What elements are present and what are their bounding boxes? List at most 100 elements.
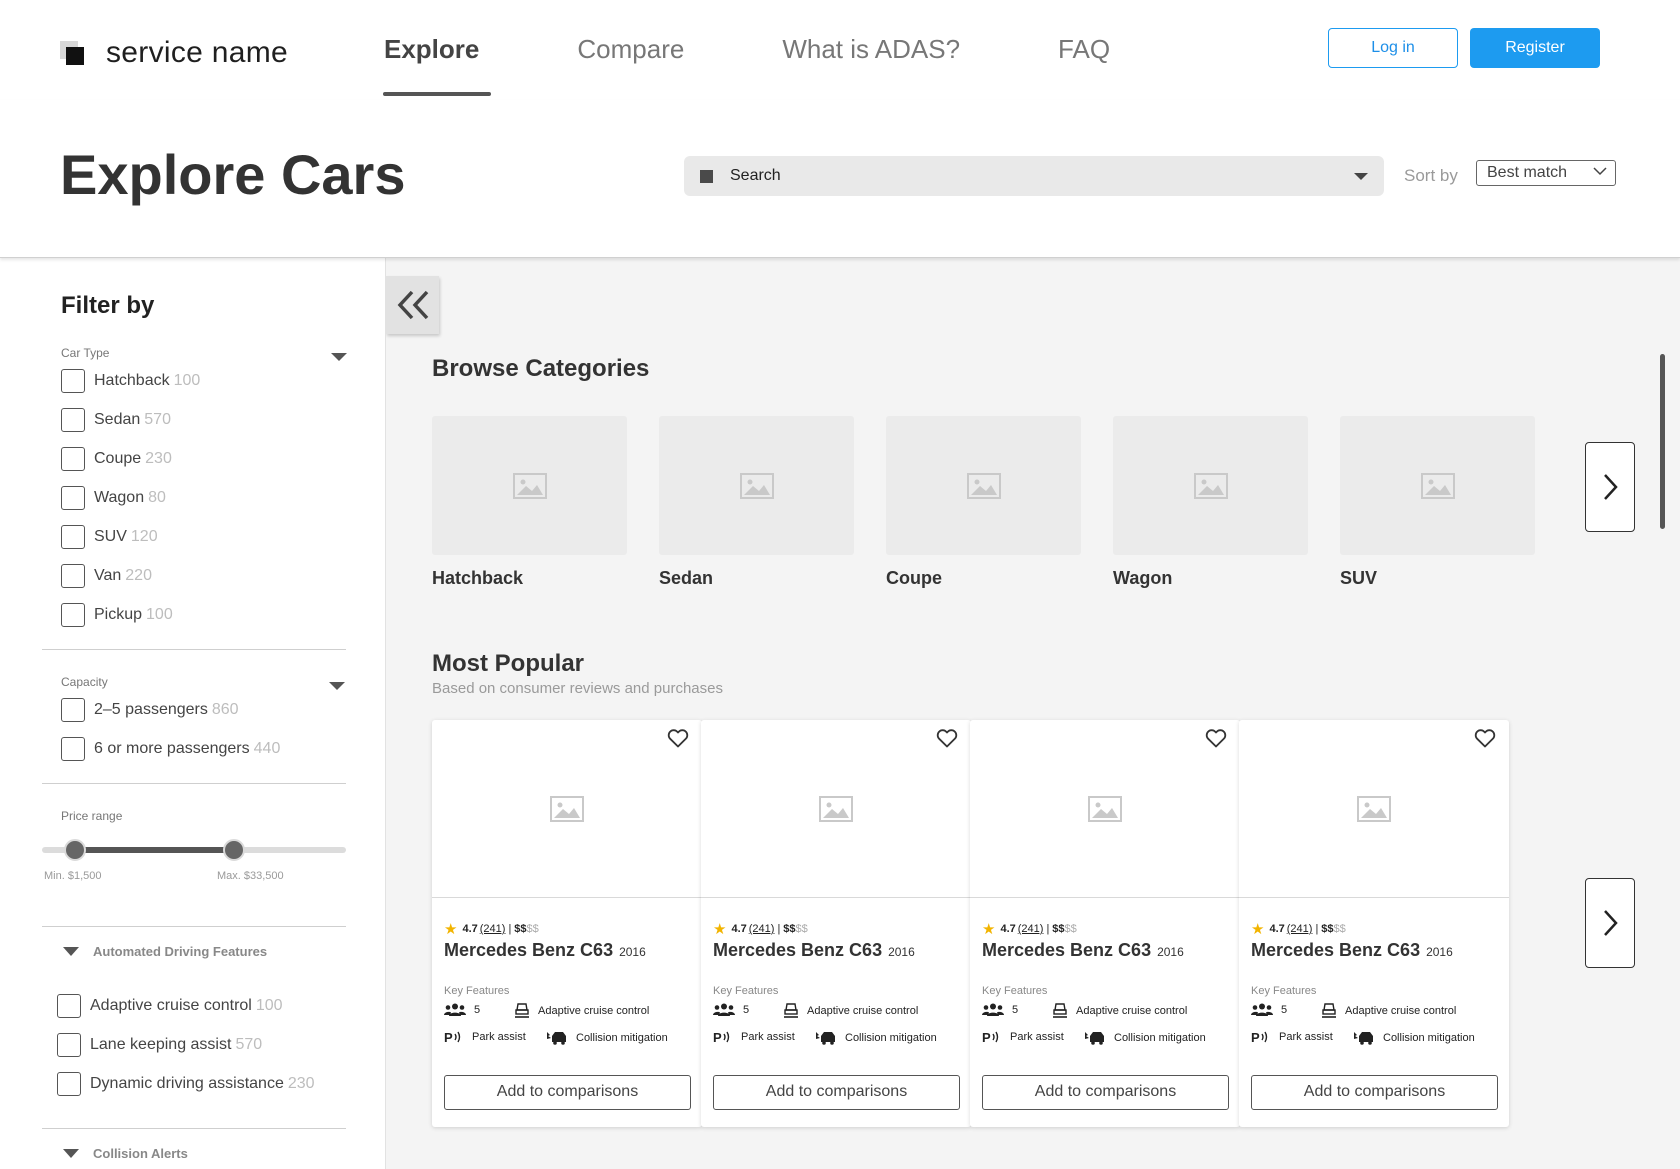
- checkbox[interactable]: [61, 737, 85, 761]
- capacity-collapse-icon[interactable]: [329, 682, 345, 690]
- category-card-hatchback[interactable]: [432, 416, 627, 555]
- checkbox[interactable]: [61, 408, 85, 432]
- car-type-collapse-icon[interactable]: [331, 353, 347, 361]
- image-placeholder-icon: [819, 795, 853, 822]
- caret-down-icon: [63, 947, 79, 956]
- car-card[interactable]: ★ 4.7 (241) | $$ $$ Mercedes Benz C63 2016…: [1239, 720, 1509, 1127]
- car-card[interactable]: ★ 4.7 (241) | $$ $$ Mercedes Benz C63 2016…: [432, 720, 702, 1127]
- checkbox[interactable]: [61, 369, 85, 393]
- nav-explore[interactable]: Explore: [372, 0, 492, 100]
- checkbox[interactable]: [57, 1033, 81, 1057]
- image-placeholder-icon: [1420, 472, 1455, 499]
- key-features-label: Key Features: [1251, 985, 1317, 997]
- filter-wagon[interactable]: Wagon 80: [61, 485, 166, 511]
- filter-suv[interactable]: SUV 120: [61, 524, 158, 550]
- filter-sedan[interactable]: Sedan 570: [61, 407, 171, 433]
- checkbox[interactable]: [61, 486, 85, 510]
- slider-min-handle[interactable]: [64, 839, 87, 861]
- search-dropdown-icon[interactable]: [1354, 173, 1368, 180]
- category-label: Wagon: [1113, 568, 1173, 588]
- collision-icon: [547, 1032, 566, 1045]
- reviews-link[interactable]: (241): [480, 923, 506, 935]
- add-to-comparisons-button[interactable]: Add to comparisons: [982, 1075, 1229, 1110]
- nav-what-is-adas[interactable]: What is ADAS?: [770, 0, 972, 100]
- car-year: 2016: [1426, 945, 1453, 959]
- most-popular-title: Most Popular: [432, 650, 585, 677]
- divider: [42, 926, 346, 927]
- car-name: Mercedes Benz C63 2016: [982, 940, 1184, 960]
- car-card[interactable]: ★ 4.7 (241) | $$ $$ Mercedes Benz C63 2016…: [701, 720, 971, 1127]
- search-icon: [700, 170, 713, 183]
- collision-alerts-toggle[interactable]: Collision Alerts: [63, 1146, 188, 1161]
- category-card-suv[interactable]: [1340, 416, 1535, 555]
- filter-2-5-passengers[interactable]: 2–5 passengers 860: [61, 697, 239, 723]
- park-assist-icon: P: [1251, 1030, 1268, 1044]
- checkbox[interactable]: [61, 564, 85, 588]
- car-image: [432, 720, 702, 898]
- checkbox[interactable]: [57, 994, 81, 1018]
- slider-max-handle[interactable]: [222, 839, 245, 861]
- login-button[interactable]: Log in: [1328, 28, 1458, 68]
- filter-van[interactable]: Van 220: [61, 563, 152, 589]
- search-bar[interactable]: [684, 156, 1384, 196]
- caret-down-icon: [63, 1149, 79, 1158]
- star-icon: ★: [713, 921, 727, 938]
- filter-pickup[interactable]: Pickup 100: [61, 602, 173, 628]
- heart-icon[interactable]: [1204, 726, 1228, 750]
- search-input[interactable]: [730, 156, 1330, 196]
- filter-sidebar: Filter by Car Type Hatchback 100 Sedan 570…: [0, 258, 386, 1169]
- sort-select[interactable]: Best match: [1476, 160, 1616, 186]
- brand-logo[interactable]: service name: [60, 36, 288, 70]
- feature-seats: 5: [982, 1003, 1018, 1017]
- svg-text:P: P: [982, 1030, 991, 1044]
- reviews-link[interactable]: (241): [1287, 923, 1313, 935]
- star-icon: ★: [444, 921, 458, 938]
- add-to-comparisons-button[interactable]: Add to comparisons: [1251, 1075, 1498, 1110]
- car-card[interactable]: ★ 4.7 (241) | $$ $$ Mercedes Benz C63 2016…: [970, 720, 1240, 1127]
- collision-icon: [1354, 1032, 1373, 1045]
- image-placeholder-icon: [1357, 795, 1391, 822]
- chevron-right-icon: [1604, 910, 1618, 936]
- checkbox[interactable]: [61, 603, 85, 627]
- checkbox[interactable]: [61, 447, 85, 471]
- checkbox[interactable]: [61, 525, 85, 549]
- checkbox[interactable]: [61, 698, 85, 722]
- collapse-sidebar-button[interactable]: [386, 276, 439, 334]
- categories-next-button[interactable]: [1585, 442, 1635, 532]
- top-navigation-bar: service name Explore Compare What is ADA…: [0, 0, 1680, 100]
- filter-lane-keeping[interactable]: Lane keeping assist 570: [57, 1032, 262, 1058]
- popular-next-button[interactable]: [1585, 878, 1635, 968]
- feature-seats: 5: [713, 1003, 749, 1017]
- car-name: Mercedes Benz C63 2016: [444, 940, 646, 960]
- divider: [42, 649, 346, 650]
- filter-hatchback[interactable]: Hatchback 100: [61, 368, 200, 394]
- checkbox[interactable]: [57, 1072, 81, 1096]
- category-card-coupe[interactable]: [886, 416, 1081, 555]
- car-year: 2016: [1157, 945, 1184, 959]
- park-assist-icon: P: [982, 1030, 999, 1044]
- nav-faq[interactable]: FAQ: [1046, 0, 1122, 100]
- automated-driving-toggle[interactable]: Automated Driving Features: [63, 944, 267, 959]
- add-to-comparisons-button[interactable]: Add to comparisons: [444, 1075, 691, 1110]
- heart-icon[interactable]: [1473, 726, 1497, 750]
- heart-icon[interactable]: [935, 726, 959, 750]
- filter-adaptive-cruise[interactable]: Adaptive cruise control 100: [57, 993, 283, 1019]
- add-to-comparisons-button[interactable]: Add to comparisons: [713, 1075, 960, 1110]
- filter-coupe[interactable]: Coupe 230: [61, 446, 172, 472]
- image-placeholder-icon: [512, 472, 547, 499]
- category-card-wagon[interactable]: [1113, 416, 1308, 555]
- adaptive-cruise-icon: [784, 1003, 798, 1018]
- scrollbar-thumb[interactable]: [1660, 354, 1665, 529]
- heart-icon[interactable]: [666, 726, 690, 750]
- nav-compare[interactable]: Compare: [565, 0, 696, 100]
- price-range-slider[interactable]: [42, 839, 346, 861]
- category-card-sedan[interactable]: [659, 416, 854, 555]
- register-button[interactable]: Register: [1470, 28, 1600, 68]
- reviews-link[interactable]: (241): [749, 923, 775, 935]
- filter-dynamic-driving[interactable]: Dynamic driving assistance 230: [57, 1071, 315, 1097]
- price-min-label: Min. $1,500: [44, 870, 102, 882]
- key-features-label: Key Features: [713, 985, 779, 997]
- filter-6-plus-passengers[interactable]: 6 or more passengers 440: [61, 736, 280, 762]
- reviews-link[interactable]: (241): [1018, 923, 1044, 935]
- feature-park-assist: P Park assist: [444, 1030, 526, 1044]
